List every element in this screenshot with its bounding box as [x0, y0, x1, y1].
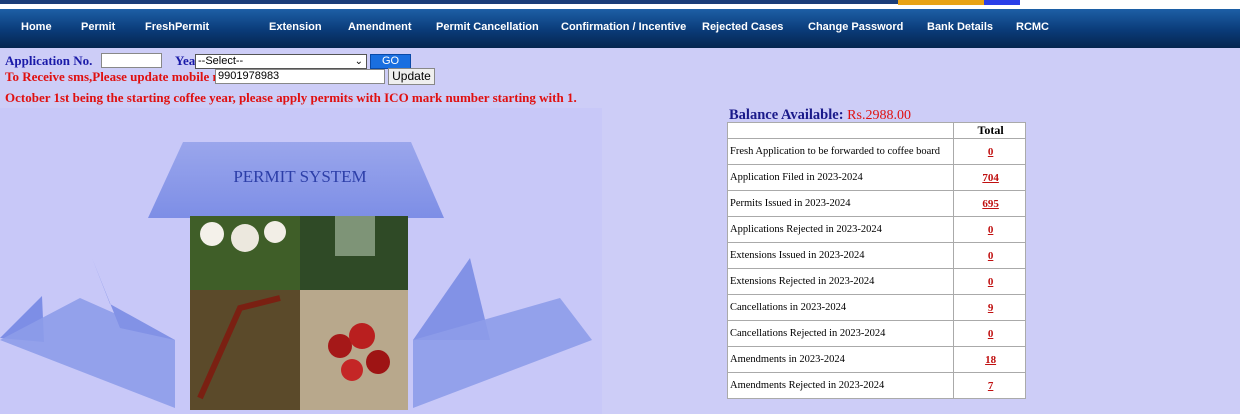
row-label: Extensions Rejected in 2023-2024 [726, 268, 955, 295]
nav-confirmation-incentive[interactable]: Confirmation / Incentive [561, 21, 686, 33]
table-row: Amendments Rejected in 2023-2024 7 [726, 372, 1026, 399]
application-no-label: Application No. [5, 53, 93, 68]
nav-rejected-cases[interactable]: Rejected Cases [702, 21, 783, 33]
row-count: 0 [953, 268, 1026, 295]
table-header-row: Total [726, 122, 1026, 139]
nav-bank-details[interactable]: Bank Details [927, 21, 993, 33]
nav-home[interactable]: Home [21, 21, 52, 33]
banner-blue-block [984, 0, 1020, 5]
row-label: Cancellations in 2023-2024 [726, 294, 955, 321]
banner-edge [0, 0, 1020, 4]
table-row: Fresh Application to be forwarded to cof… [726, 138, 1026, 165]
row-label: Permits Issued in 2023-2024 [726, 190, 955, 217]
row-count: 695 [953, 190, 1026, 217]
row-count: 9 [953, 294, 1026, 321]
row-label: Application Filed in 2023-2024 [726, 164, 955, 191]
nav-permit[interactable]: Permit [81, 21, 115, 33]
go-button[interactable]: GO [370, 54, 411, 69]
application-stats-table: Total Fresh Application to be forwarded … [726, 122, 1026, 399]
table-row: Cancellations Rejected in 2023-2024 0 [726, 320, 1026, 347]
application-search-row: Application No. [5, 53, 92, 69]
main-navbar: Home Permit FreshPermit Extension Amendm… [0, 9, 1240, 48]
table-row: Permits Issued in 2023-2024 695 [726, 190, 1026, 217]
coffee-photo-collage [190, 216, 408, 410]
application-no-input[interactable] [101, 53, 162, 68]
banner-gold-block [898, 0, 984, 5]
sms-label: To Receive sms,Please update mobile no [5, 69, 227, 84]
row-label: Fresh Application to be forwarded to cof… [726, 138, 955, 165]
count-link[interactable]: 704 [982, 172, 999, 184]
permit-system-illustration: PERMIT SYSTEM [0, 108, 602, 414]
count-link[interactable]: 0 [988, 250, 994, 262]
row-count: 704 [953, 164, 1026, 191]
row-count: 0 [953, 242, 1026, 269]
count-link[interactable]: 18 [985, 354, 996, 366]
row-label: Applications Rejected in 2023-2024 [726, 216, 955, 243]
row-label: Cancellations Rejected in 2023-2024 [726, 320, 955, 347]
nav-freshpermit[interactable]: FreshPermit [145, 21, 209, 33]
chevron-down-icon: ⌄ [354, 56, 363, 67]
update-button[interactable]: Update [388, 68, 435, 85]
row-label: Extensions Issued in 2023-2024 [726, 242, 955, 269]
year-select[interactable]: --Select-- ⌄ [195, 54, 367, 69]
nav-extension[interactable]: Extension [269, 21, 322, 33]
permit-system-title: PERMIT SYSTEM [233, 167, 366, 186]
row-count: 0 [953, 138, 1026, 165]
count-link[interactable]: 0 [988, 276, 994, 288]
top-banner-strip [0, 0, 1240, 9]
mobile-number-input[interactable]: 9901978983 [215, 69, 385, 84]
nav-change-password[interactable]: Change Password [808, 21, 903, 33]
table-row: Amendments in 2023-2024 18 [726, 346, 1026, 373]
count-link[interactable]: 9 [988, 302, 994, 314]
table-row: Extensions Issued in 2023-2024 0 [726, 242, 1026, 269]
count-link[interactable]: 0 [988, 224, 994, 236]
table-row: Cancellations in 2023-2024 9 [726, 294, 1026, 321]
count-link[interactable]: 695 [982, 198, 999, 210]
balance-label: Balance Available: [729, 107, 844, 123]
row-count: 0 [953, 320, 1026, 347]
nav-amendment[interactable]: Amendment [348, 21, 412, 33]
nav-rcmc[interactable]: RCMC [1016, 21, 1049, 33]
count-link[interactable]: 0 [988, 146, 994, 158]
photo-coffee-cherries [300, 290, 408, 410]
row-count: 0 [953, 216, 1026, 243]
table-row: Application Filed in 2023-2024 704 [726, 164, 1026, 191]
header-label-cell [726, 122, 955, 139]
year-select-value: --Select-- [198, 55, 244, 67]
sms-row: To Receive sms,Please update mobile no [5, 69, 226, 85]
table-row: Extensions Rejected in 2023-2024 0 [726, 268, 1026, 295]
count-link[interactable]: 7 [988, 380, 994, 392]
row-count: 18 [953, 346, 1026, 373]
header-total: Total [953, 122, 1026, 139]
row-label: Amendments in 2023-2024 [726, 346, 955, 373]
count-link[interactable]: 0 [988, 328, 994, 340]
row-count: 7 [953, 372, 1026, 399]
permit-system-graphic: PERMIT SYSTEM [0, 142, 592, 410]
nav-permit-cancellation[interactable]: Permit Cancellation [436, 21, 539, 33]
balance-amount: Rs.2988.00 [847, 108, 911, 123]
table-row: Applications Rejected in 2023-2024 0 [726, 216, 1026, 243]
row-label: Amendments Rejected in 2023-2024 [726, 372, 955, 399]
coffee-year-notice: October 1st being the starting coffee ye… [5, 90, 577, 105]
